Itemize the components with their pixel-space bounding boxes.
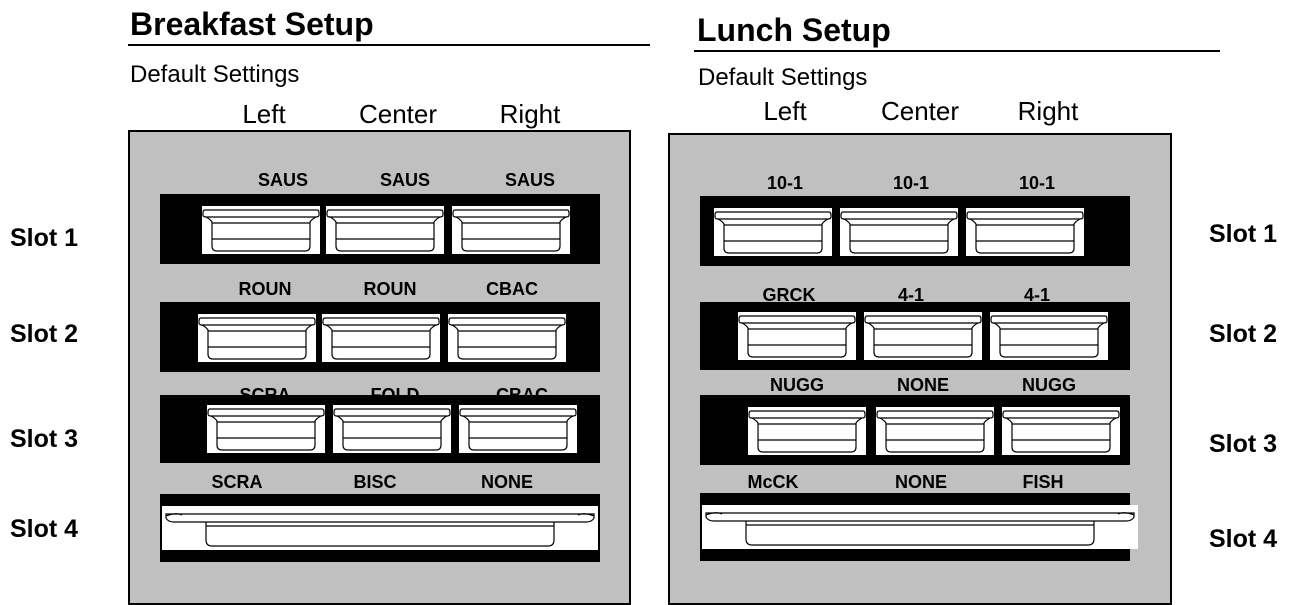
lunch-slot-4-pan-center-label: NONE: [894, 472, 947, 492]
lunch-slot-3-pan-right: [1002, 407, 1120, 455]
lunch-slot-4-pan-left-label: McCK: [747, 472, 799, 492]
breakfast-slot-3-pan-center: [333, 405, 451, 453]
breakfast-slot-1-pan-center: [326, 206, 444, 254]
breakfast-subtitle: Default Settings: [130, 61, 300, 88]
breakfast-cabinet: SAUS SAUS SAUS ROUN ROUN CBAC SCRA FOLD …: [128, 130, 631, 605]
breakfast-slot-2-label: Slot 2: [10, 320, 79, 348]
breakfast-slot-3-pan-right: [459, 405, 577, 453]
breakfast-slot-1-label: Slot 1: [10, 224, 79, 252]
lunch-slot-2-band: [700, 302, 1130, 370]
lunch-slot-1-pan-left-label: 10-1: [766, 173, 804, 193]
lunch-slot-1-pan-right: [966, 208, 1084, 256]
breakfast-slot-4-pan-left-label: SCRA: [211, 472, 263, 492]
lunch-slot-2-pan-center: [864, 312, 982, 360]
breakfast-col-right: Right: [499, 99, 561, 129]
breakfast-slot-2-band: [160, 302, 600, 372]
lunch-title-rule: [694, 50, 1220, 52]
breakfast-slot-4-full-tray: [162, 506, 598, 550]
lunch-slot-1-pan-left: [714, 208, 832, 256]
breakfast-title-rule: [128, 44, 650, 46]
lunch-slot-1-pan-center: [840, 208, 958, 256]
breakfast-slot-1-pan-right: [452, 206, 570, 254]
breakfast-slot-2-pan-center: [322, 314, 440, 362]
lunch-slot-4-band: [700, 493, 1138, 561]
lunch-subtitle: Default Settings: [698, 64, 868, 91]
lunch-slot-4-pan-right-label: FISH: [1022, 472, 1064, 492]
lunch-col-center: Center: [880, 96, 960, 126]
breakfast-slot-2-pan-right-label: CBAC: [486, 279, 538, 299]
breakfast-col-center: Center: [358, 99, 438, 129]
lunch-slot-1-label: Slot 1: [1209, 220, 1278, 248]
breakfast-slot-1-pan-right-label: SAUS: [504, 170, 555, 190]
breakfast-slot-2-pan-left-label: ROUN: [238, 279, 292, 299]
lunch-slot-3-pan-center-label: NONE: [896, 375, 949, 395]
lunch-slot-3-pan-center: [876, 407, 994, 455]
lunch-col-right: Right: [1017, 96, 1079, 126]
lunch-slot-2-pan-right: [990, 312, 1108, 360]
lunch-cabinet: 10-1 10-1 10-1 GRCK 4-1 4-1 NUGG NONE NU…: [668, 133, 1172, 605]
breakfast-slot-4-pan-right-label: NONE: [480, 472, 533, 492]
breakfast-slot-1-pan-left: [202, 206, 320, 254]
breakfast-title: Breakfast Setup: [130, 6, 374, 42]
breakfast-slot-1-pan-left-label: SAUS: [257, 170, 308, 190]
lunch-title: Lunch Setup: [697, 12, 891, 48]
breakfast-slot-1-band: [160, 194, 600, 264]
breakfast-col-left: Left: [242, 99, 286, 129]
breakfast-slot-2-pan-left: [198, 314, 316, 362]
breakfast-slot-3-label: Slot 3: [10, 425, 79, 453]
breakfast-slot-3-pan-left: [207, 405, 325, 453]
breakfast-slot-1-pan-center-label: SAUS: [379, 170, 430, 190]
lunch-slot-2-pan-left: [738, 312, 856, 360]
lunch-slot-3-band: [700, 395, 1130, 465]
breakfast-slot-2-pan-center-label: ROUN: [363, 279, 417, 299]
breakfast-slot-4-band: [160, 494, 600, 562]
lunch-slot-2-label: Slot 2: [1209, 320, 1278, 348]
lunch-slot-3-pan-left-label: NUGG: [770, 375, 824, 395]
breakfast-slot-3-band: [160, 395, 600, 463]
breakfast-slot-4-pan-center-label: BISC: [353, 472, 397, 492]
lunch-slot-4-full-tray: [702, 505, 1138, 549]
breakfast-slot-4-label: Slot 4: [10, 515, 79, 543]
lunch-slot-1-pan-right-label: 10-1: [1018, 173, 1056, 193]
lunch-slot-1-pan-center-label: 10-1: [892, 173, 930, 193]
lunch-slot-3-pan-right-label: NUGG: [1022, 375, 1076, 395]
breakfast-slot-2-pan-right: [448, 314, 566, 362]
lunch-slot-4-label: Slot 4: [1209, 525, 1278, 553]
lunch-slot-3-pan-left: [748, 407, 866, 455]
lunch-col-left: Left: [763, 96, 807, 126]
lunch-slot-1-band: [700, 196, 1130, 266]
lunch-slot-3-label: Slot 3: [1209, 430, 1278, 458]
